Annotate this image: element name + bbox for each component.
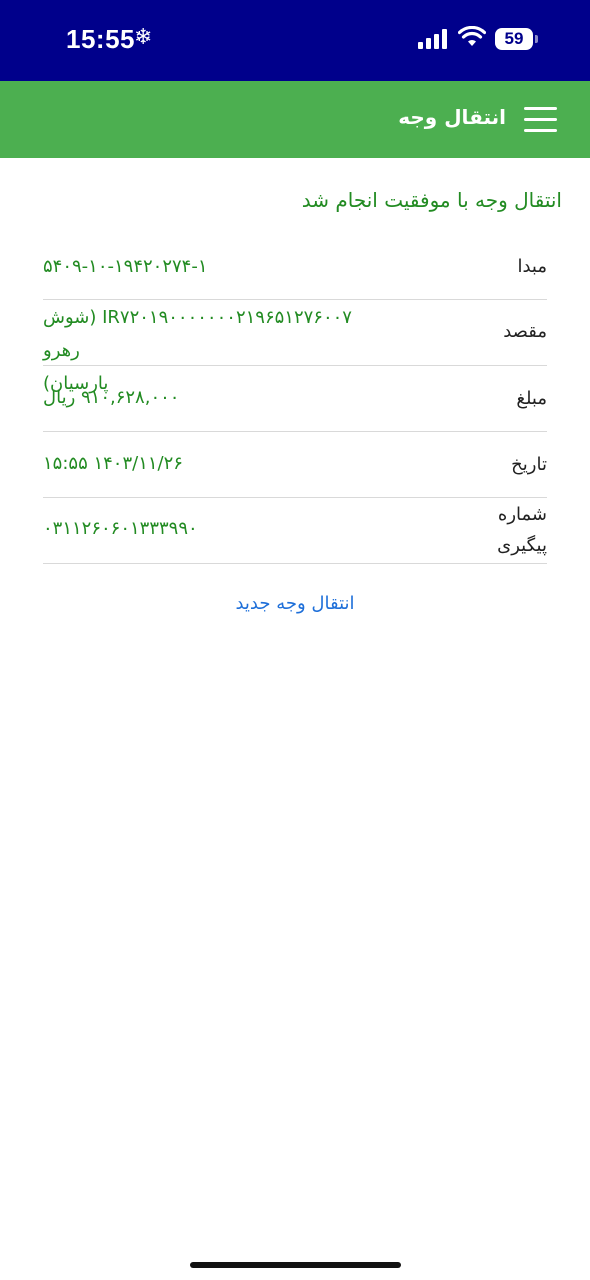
amount-label: مبلغ (516, 388, 547, 409)
tracking-number-value: ۰۳۱۱۲۶۰۶۰۱۳۳۳۹۹۰ (43, 518, 198, 539)
page-title: انتقال وجه (398, 105, 506, 129)
app-bar: انتقال وجه (0, 81, 590, 158)
detail-row-date: تاریخ ۱۵:۵۵ ۱۴۰۳/۱۱/۲۶ (43, 432, 547, 498)
battery-tip (535, 35, 538, 43)
detail-row-source: مبدا ۵۴۰۹-۱۰-۱۹۴۲۰۲۷۴-۱ (43, 234, 547, 300)
status-time: 15:55 (66, 24, 135, 54)
destination-label: مقصد (503, 321, 547, 342)
amount-value: ۹۱۰,۶۲۸,۰۰۰ ریال (43, 387, 180, 408)
status-bar: 15:55 ❄ 59 (0, 0, 590, 81)
date-label: تاریخ (511, 454, 547, 475)
detail-row-destination: مقصد IR۷۲۰۱۹۰۰۰۰۰۰۰۲۱۹۶۵۱۲۷۶۰۰۷ (شوش رهر… (43, 300, 547, 394)
transfer-details: مبدا ۵۴۰۹-۱۰-۱۹۴۲۰۲۷۴-۱ مقصد IR۷۲۰۱۹۰۰۰۰… (43, 234, 547, 564)
source-label: مبدا (517, 256, 547, 277)
snowflake-icon: ❄ (134, 25, 153, 50)
detail-row-amount: مبلغ ۹۱۰,۶۲۸,۰۰۰ ریال (43, 366, 547, 432)
wifi-icon (458, 26, 486, 46)
detail-row-tracking: شماره پیگیری ۰۳۱۱۲۶۰۶۰۱۳۳۳۹۹۰ (43, 498, 547, 564)
tracking-number-label: شماره پیگیری (497, 504, 547, 556)
success-message: انتقال وجه با موفقیت انجام شد (301, 188, 562, 212)
source-account-value: ۵۴۰۹-۱۰-۱۹۴۲۰۲۷۴-۱ (43, 256, 208, 277)
cellular-signal-icon (418, 29, 447, 49)
new-transfer-link[interactable]: انتقال وجه جدید (0, 593, 590, 614)
hamburger-menu-icon[interactable] (524, 107, 557, 133)
date-value: ۱۵:۵۵ ۱۴۰۳/۱۱/۲۶ (43, 453, 183, 474)
home-indicator[interactable] (190, 1262, 401, 1268)
battery-icon: 59 (495, 28, 533, 50)
